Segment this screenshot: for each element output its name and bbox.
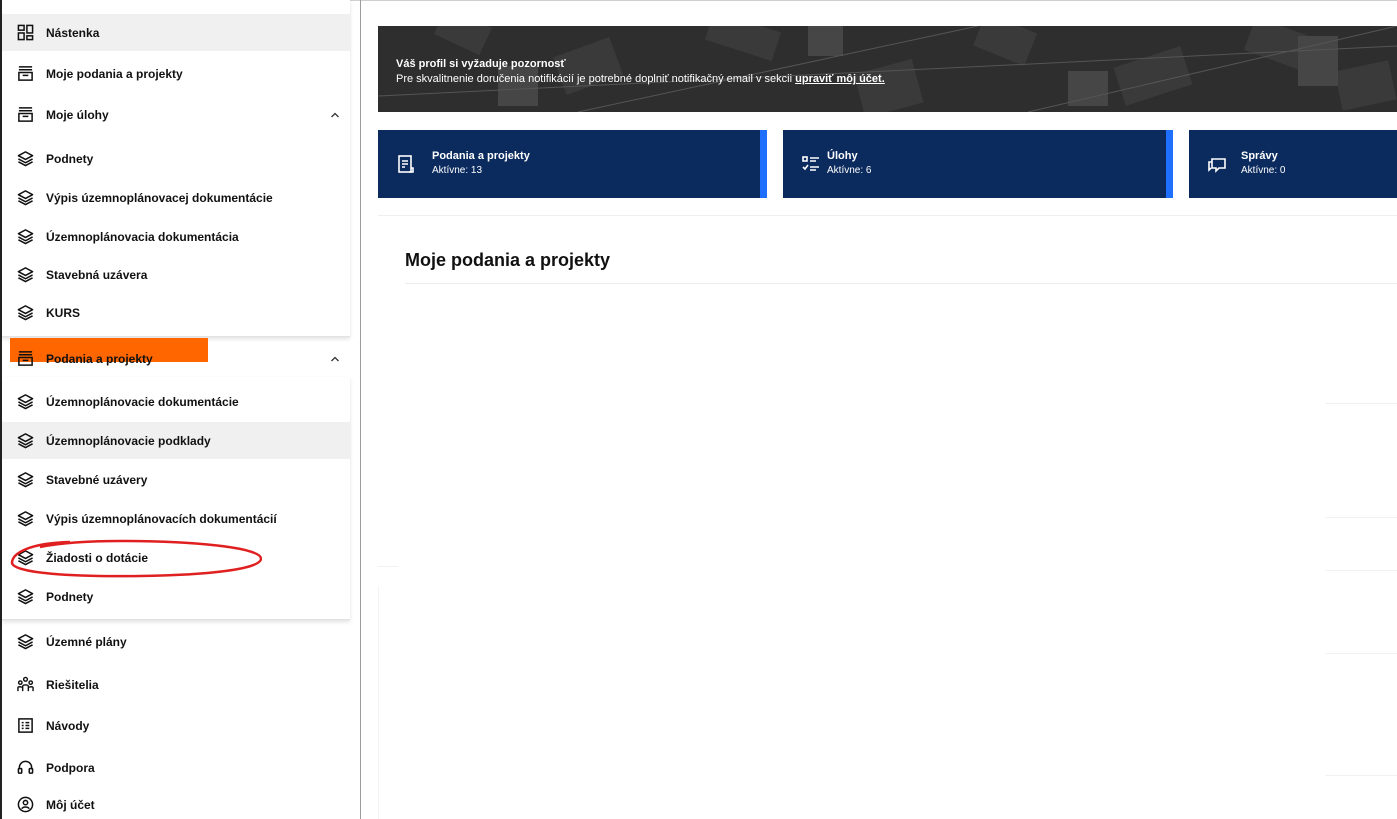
sidebar-item-kurs[interactable]: KURS — [2, 294, 350, 331]
submissions-panel: Moje podania a projekty — [378, 215, 1397, 567]
faint-divider — [1325, 775, 1397, 776]
sidebar-item-label: Môj účet — [46, 797, 95, 812]
card-podania-projekty[interactable]: Podania a projekty Aktívne: 13 — [378, 130, 767, 198]
sidebar-item-label: Výpis územnoplánovacej dokumentácie — [46, 190, 273, 205]
document-icon — [16, 717, 34, 735]
sidebar-divider — [360, 0, 361, 819]
sidebar-item-label: Územné plány — [46, 634, 127, 649]
sidebar-item-label: Nástenka — [46, 25, 100, 40]
sidebar-item-label: Moje úlohy — [46, 107, 109, 122]
sidebar-item-label: Riešitelia — [46, 677, 99, 692]
inbox-icon — [16, 106, 34, 124]
sidebar-item-podpora[interactable]: Podpora — [2, 749, 350, 786]
sidebar-item-label: Stavebná uzávera — [46, 267, 148, 282]
sidebar-item-moj-ucet[interactable]: Môj účet — [2, 790, 350, 819]
sidebar-item-label: KURS — [46, 305, 81, 320]
card-subtitle: Aktívne: 13 — [432, 165, 483, 176]
document-icon — [398, 155, 414, 173]
sidebar-item-label: Návody — [46, 718, 90, 733]
sidebar-item-label: Moje podania a projekty — [46, 66, 183, 81]
card-spravy[interactable]: Správy Aktívne: 0 — [1189, 130, 1397, 198]
profile-notice-banner: Váš profil si vyžaduje pozornosť Pre skv… — [378, 26, 1397, 112]
faint-divider — [1325, 653, 1397, 654]
layers-icon — [16, 393, 34, 411]
sidebar-item-label: Územnoplánovacie podklady — [46, 433, 211, 448]
sidebar-item-label: Podpora — [46, 760, 95, 775]
sidebar-item-nastenka[interactable]: Nástenka — [2, 14, 350, 51]
sidebar-item-uzemne-plany[interactable]: Územné plány — [2, 623, 350, 660]
layers-icon — [16, 588, 34, 606]
layers-icon — [16, 549, 34, 567]
headset-icon — [16, 759, 34, 777]
card-accent-stripe — [1166, 130, 1173, 198]
sidebar-item-podania-projekty[interactable]: Podania a projekty — [2, 340, 350, 377]
people-icon — [16, 676, 34, 694]
layers-icon — [16, 266, 34, 284]
inbox-icon — [16, 65, 34, 83]
card-ulohy[interactable]: Úlohy Aktívne: 6 — [783, 130, 1173, 198]
sidebar-item-upd[interactable]: Územnoplánovacia dokumentácia — [2, 218, 350, 255]
account-icon — [16, 796, 34, 814]
faint-divider — [1325, 570, 1397, 571]
inbox-icon — [16, 350, 34, 368]
layers-icon — [16, 471, 34, 489]
chevron-up-icon[interactable] — [330, 354, 340, 364]
card-title: Správy — [1241, 150, 1278, 162]
layers-icon — [16, 432, 34, 450]
sidebar-item-label: Podania a projekty — [46, 351, 153, 366]
layers-icon — [16, 150, 34, 168]
sidebar-item-label: Podnety — [46, 151, 94, 166]
sidebar-item-upd-plural[interactable]: Územnoplánovacie dokumentácie — [2, 383, 350, 420]
sidebar-item-label: Územnoplánovacie dokumentácie — [46, 394, 239, 409]
sidebar-item-stavebne-uzavery[interactable]: Stavebné uzávery — [2, 461, 350, 498]
sidebar-item-ziadosti-o-dotacie[interactable]: Žiadosti o dotácie — [2, 539, 350, 576]
layers-icon — [16, 633, 34, 651]
checklist-icon — [802, 156, 819, 171]
banner-text: Pre skvalitnenie doručenia notifikácií j… — [396, 73, 885, 85]
layers-icon — [16, 189, 34, 207]
panel-title: Moje podania a projekty — [405, 250, 611, 270]
sidebar-item-stavebna-uzavera[interactable]: Stavebná uzávera — [2, 256, 350, 293]
panel-divider — [405, 283, 1397, 284]
banner-message: Pre skvalitnenie doručenia notifikácií j… — [396, 73, 793, 85]
banner-title: Váš profil si vyžaduje pozornosť — [396, 58, 566, 70]
sidebar-item-label: Výpis územnoplánovacích dokumentácií — [46, 511, 277, 526]
faint-divider — [1325, 517, 1397, 518]
card-subtitle: Aktívne: 6 — [827, 165, 872, 176]
sidebar-item-podnety[interactable]: Podnety — [2, 140, 350, 177]
sidebar-item-up-podklady[interactable]: Územnoplánovacie podklady — [2, 422, 350, 459]
edit-account-link[interactable]: upraviť môj účet. — [795, 73, 885, 85]
sidebar-item-label: Stavebné uzávery — [46, 472, 148, 487]
chevron-up-icon[interactable] — [330, 110, 340, 120]
sidebar-item-label: Žiadosti o dotácie — [46, 550, 149, 565]
sidebar-item-vypis-upd-plural[interactable]: Výpis územnoplánovacích dokumentácií — [2, 500, 350, 537]
layers-icon — [16, 228, 34, 246]
sidebar-item-riesitelia[interactable]: Riešitelia — [2, 666, 350, 703]
faint-divider — [378, 586, 379, 819]
faint-divider — [378, 566, 398, 567]
sidebar: Nástenka Moje podania a projekty Moje úl… — [2, 0, 350, 819]
chat-icon — [1208, 158, 1226, 173]
layers-icon — [16, 304, 34, 322]
layers-icon — [16, 510, 34, 528]
faint-divider — [1325, 403, 1397, 404]
card-subtitle: Aktívne: 0 — [1241, 165, 1286, 176]
sidebar-item-podnety-2[interactable]: Podnety — [2, 578, 350, 615]
card-accent-stripe — [760, 130, 767, 198]
sidebar-item-label: Územnoplánovacia dokumentácia — [46, 229, 239, 244]
sidebar-item-vypis-upd[interactable]: Výpis územnoplánovacej dokumentácie — [2, 179, 350, 216]
card-title: Úlohy — [827, 150, 858, 162]
sidebar-item-label: Podnety — [46, 589, 94, 604]
dashboard-icon — [16, 24, 34, 42]
card-title: Podania a projekty — [432, 150, 530, 162]
sidebar-item-navody[interactable]: Návody — [2, 707, 350, 744]
sidebar-item-moje-ulohy[interactable]: Moje úlohy — [2, 96, 350, 133]
sidebar-item-moje-podania[interactable]: Moje podania a projekty — [2, 55, 350, 92]
